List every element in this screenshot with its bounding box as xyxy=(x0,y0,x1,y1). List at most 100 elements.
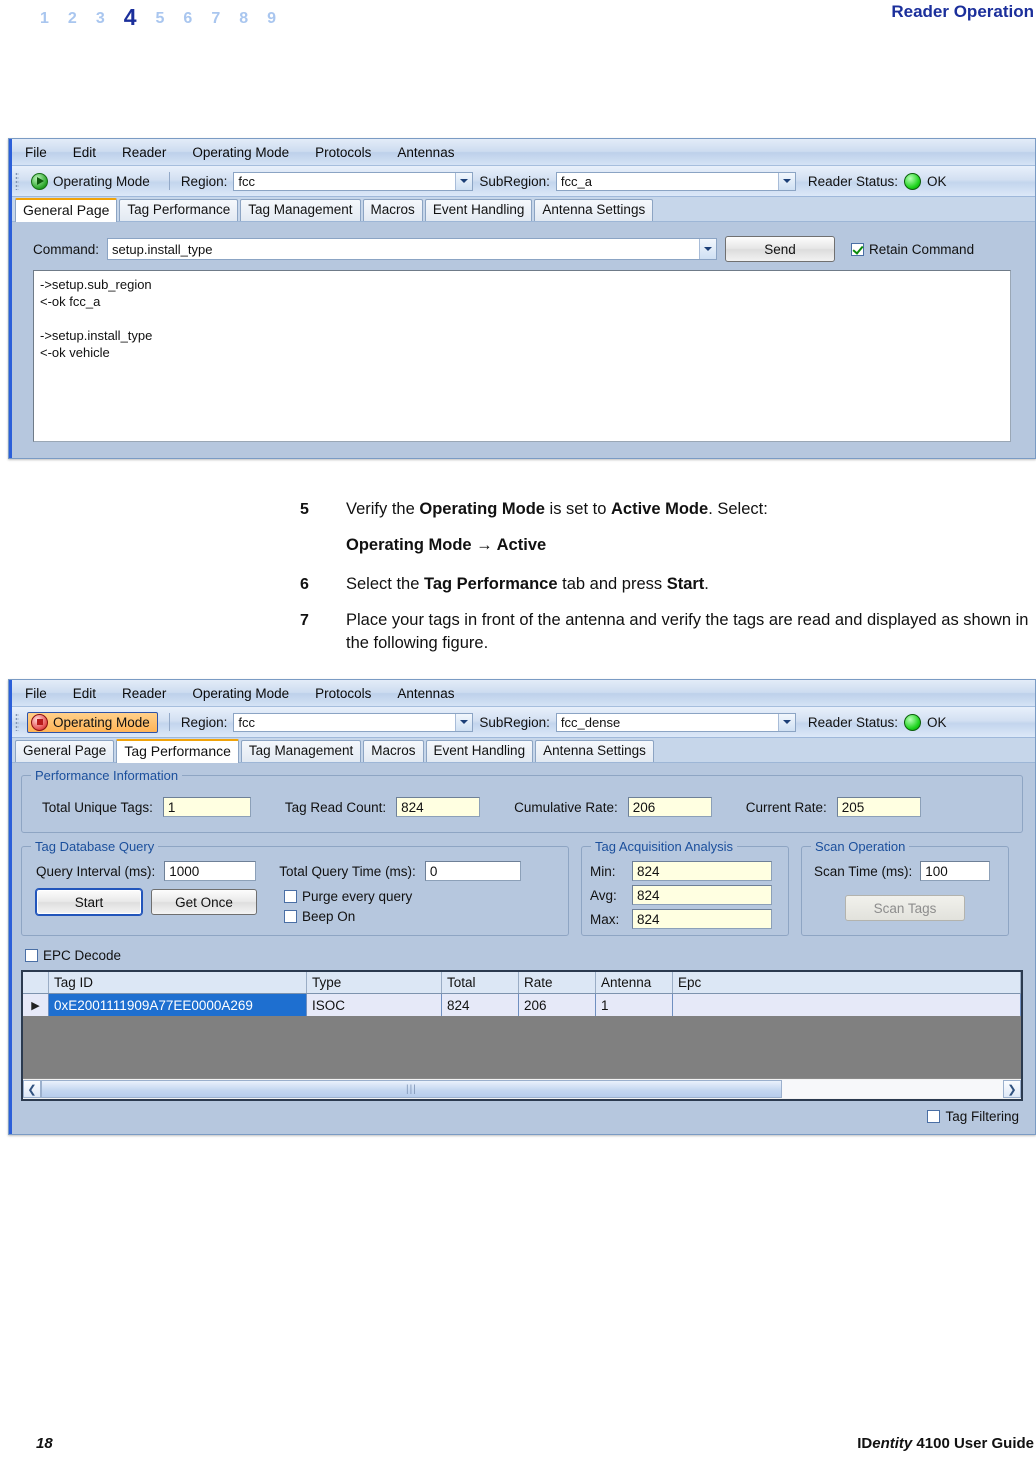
table-row[interactable]: ▶ 0xE2001111909A77EE0000A269 ISOC 824 206 1 xyxy=(23,994,1021,1016)
menu-item-reader[interactable]: Reader xyxy=(122,145,166,160)
tab-tag-performance[interactable]: Tag Performance xyxy=(116,739,239,763)
scroll-left-icon[interactable]: ❮ xyxy=(23,1080,41,1098)
tab-tag-management[interactable]: Tag Management xyxy=(240,199,361,221)
step-number: 5 xyxy=(300,501,309,518)
command-combobox[interactable]: setup.install_type xyxy=(107,238,718,260)
purge-every-query-row[interactable]: Purge every query xyxy=(284,889,412,904)
guide-title: IDentity 4100 User Guide xyxy=(857,1435,1034,1452)
tab-general-page[interactable]: General Page xyxy=(15,740,115,762)
tab-macros[interactable]: Macros xyxy=(363,740,424,762)
table-cell[interactable]: 824 xyxy=(442,994,519,1016)
grid-column-header[interactable]: Antenna xyxy=(596,972,673,993)
tab-antenna-settings[interactable]: Antenna Settings xyxy=(535,740,654,762)
tab-general-page[interactable]: General Page xyxy=(15,198,118,222)
step-text: Verify the Operating Mode is set to Acti… xyxy=(346,498,1036,521)
scan-time-field[interactable]: 100 xyxy=(920,861,991,881)
step-text-part: tab and press xyxy=(557,575,667,593)
operating-mode-button[interactable]: Operating Mode xyxy=(27,171,158,192)
chevron-down-icon[interactable] xyxy=(777,713,795,731)
retain-command-checkbox[interactable] xyxy=(851,242,865,256)
grid-horizontal-scrollbar[interactable]: ❮ ||| ❯ xyxy=(23,1078,1021,1099)
scrollbar-track[interactable]: ||| xyxy=(41,1080,1003,1098)
chapter-number-3: 3 xyxy=(95,10,105,27)
menu-item-protocols[interactable]: Protocols xyxy=(315,686,371,701)
scrollbar-thumb[interactable]: ||| xyxy=(41,1080,782,1098)
menu-item-edit[interactable]: Edit xyxy=(73,686,96,701)
subregion-combobox[interactable]: fcc_dense xyxy=(555,712,796,732)
menu-item-protocols[interactable]: Protocols xyxy=(315,145,371,160)
beep-on-row[interactable]: Beep On xyxy=(284,909,412,924)
grid-column-header[interactable]: Epc xyxy=(673,972,1021,993)
tab-tag-performance[interactable]: Tag Performance xyxy=(119,199,239,221)
menu-bar-2: File Edit Reader Operating Mode Protocols Ant… xyxy=(9,680,1035,707)
table-cell[interactable]: ISOC xyxy=(307,994,442,1016)
tag-filtering-row[interactable]: Tag Filtering xyxy=(21,1109,1019,1124)
current-rate-field[interactable]: 205 xyxy=(836,797,921,817)
menu-item-operating-mode[interactable]: Operating Mode xyxy=(192,686,289,701)
grid-body[interactable]: ▶ 0xE2001111909A77EE0000A269 ISOC 824 206 1 xyxy=(23,994,1021,1016)
retain-command-row[interactable]: Retain Command xyxy=(851,242,974,257)
page-footer: 18 IDentity 4100 User Guide xyxy=(0,1435,1036,1459)
tab-tag-management[interactable]: Tag Management xyxy=(240,740,362,762)
tag-read-count-field[interactable]: 824 xyxy=(396,797,481,817)
epc-decode-label: EPC Decode xyxy=(43,948,122,963)
row-selector-arrow-icon[interactable]: ▶ xyxy=(23,994,49,1016)
epc-decode-row[interactable]: EPC Decode xyxy=(25,948,1023,963)
purge-every-query-checkbox[interactable] xyxy=(284,890,297,903)
chevron-down-icon[interactable] xyxy=(455,713,473,731)
get-once-button[interactable]: Get Once xyxy=(151,889,257,915)
retain-command-label: Retain Command xyxy=(869,241,975,257)
tag-data-grid[interactable]: Tag ID Type Total Rate Antenna Epc ▶ 0xE200111… xyxy=(21,970,1023,1101)
total-query-time-field[interactable]: 0 xyxy=(424,861,521,881)
operating-mode-button[interactable]: Operating Mode xyxy=(27,711,158,733)
start-button[interactable]: Start xyxy=(35,888,143,916)
table-cell[interactable]: 206 xyxy=(519,994,596,1016)
region-combobox[interactable]: fcc xyxy=(233,712,474,732)
page-number: 18 xyxy=(36,1435,53,1452)
beep-on-checkbox[interactable] xyxy=(284,910,297,923)
epc-decode-checkbox[interactable] xyxy=(25,949,38,962)
tab-event-handling[interactable]: Event Handling xyxy=(425,740,534,762)
send-button[interactable]: Send xyxy=(725,236,836,262)
menu-bar-1: File Edit Reader Operating Mode Protocols Ant… xyxy=(9,139,1035,166)
running-head-title: Reader Operation xyxy=(891,2,1034,21)
menu-item-antennas[interactable]: Antennas xyxy=(397,686,454,701)
grid-column-header[interactable]: Tag ID xyxy=(49,972,307,993)
grid-column-header[interactable]: Rate xyxy=(519,972,596,993)
scroll-right-icon[interactable]: ❯ xyxy=(1003,1080,1021,1098)
tag-acquisition-analysis-group: Tag Acquisition Analysis Min: 824 Avg: 8… xyxy=(581,839,789,936)
menu-item-reader[interactable]: Reader xyxy=(122,686,166,701)
menu-item-file[interactable]: File xyxy=(25,145,47,160)
region-combobox[interactable]: fcc xyxy=(233,171,474,191)
purge-every-query-label: Purge every query xyxy=(302,889,413,904)
query-interval-field[interactable]: 1000 xyxy=(164,861,257,881)
max-field[interactable]: 824 xyxy=(632,909,772,929)
menu-item-edit[interactable]: Edit xyxy=(73,145,96,160)
menu-item-file[interactable]: File xyxy=(25,686,47,701)
table-cell[interactable] xyxy=(673,994,1021,1016)
menu-item-operating-mode[interactable]: Operating Mode xyxy=(192,145,289,160)
grid-column-header[interactable]: Type xyxy=(307,972,442,993)
avg-field[interactable]: 824 xyxy=(632,885,772,905)
guide-prefix: ID xyxy=(857,1435,873,1452)
window-left-edge xyxy=(9,680,12,1134)
table-cell[interactable]: 0xE2001111909A77EE0000A269 xyxy=(49,994,307,1016)
command-label: Command: xyxy=(33,241,100,257)
tab-antenna-settings[interactable]: Antenna Settings xyxy=(534,199,654,221)
tag-filtering-checkbox[interactable] xyxy=(927,1110,941,1123)
chevron-down-icon[interactable] xyxy=(777,172,795,190)
tab-macros[interactable]: Macros xyxy=(362,199,423,221)
min-field[interactable]: 824 xyxy=(632,861,772,881)
beep-on-label: Beep On xyxy=(302,909,356,924)
menu-item-antennas[interactable]: Antennas xyxy=(397,145,454,160)
cumulative-rate-field[interactable]: 206 xyxy=(627,797,712,817)
chevron-down-icon[interactable] xyxy=(455,172,473,190)
total-unique-tags-field[interactable]: 1 xyxy=(162,797,251,817)
table-cell[interactable]: 1 xyxy=(596,994,673,1016)
chevron-down-icon[interactable] xyxy=(699,239,717,259)
command-log-textarea[interactable]: ->setup.sub_region <-ok fcc_a ->setup.in… xyxy=(33,270,1011,442)
scan-tags-button[interactable]: Scan Tags xyxy=(845,895,965,921)
subregion-combobox[interactable]: fcc_a xyxy=(555,171,796,191)
tab-event-handling[interactable]: Event Handling xyxy=(424,199,533,221)
grid-column-header[interactable]: Total xyxy=(442,972,519,993)
